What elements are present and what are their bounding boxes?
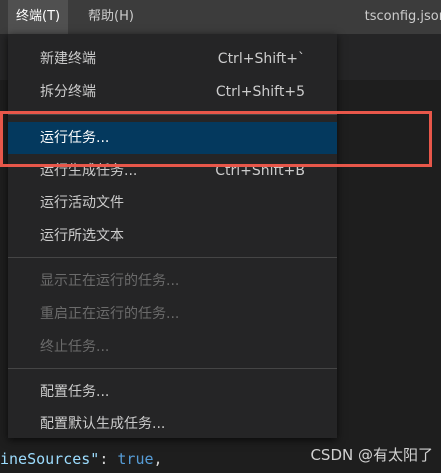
menu-item-label: 重启正在运行的任务... bbox=[40, 306, 180, 322]
menu-terminal[interactable]: 终端(T) bbox=[8, 0, 69, 34]
menu-item-restart-running-task: 重启正在运行的任务... bbox=[8, 298, 337, 330]
menu-item-shortcut: Ctrl+Shift+` bbox=[217, 51, 305, 67]
terminal-dropdown-menu: 新建终端 Ctrl+Shift+` 拆分终端 Ctrl+Shift+5 运行任务… bbox=[8, 34, 337, 438]
code-comma: , bbox=[153, 450, 163, 468]
menu-separator bbox=[8, 257, 337, 258]
menu-item-label: 配置默认生成任务... bbox=[40, 416, 166, 432]
menu-item-label: 配置任务... bbox=[40, 384, 110, 400]
menu-item-shortcut: Ctrl+Shift+5 bbox=[215, 84, 305, 100]
menu-item-run-selected-text[interactable]: 运行所选文本 bbox=[8, 220, 337, 252]
menu-item-label: 显示正在运行的任务... bbox=[40, 273, 180, 289]
menu-item-configure-default-build-task[interactable]: 配置默认生成任务... bbox=[8, 408, 337, 440]
annotation-highlight-box bbox=[0, 111, 432, 167]
menu-separator bbox=[8, 368, 337, 369]
menu-bar: 终端(T) 帮助(H) tsconfig.json bbox=[0, 0, 441, 34]
menu-item-terminate-task: 终止任务... bbox=[8, 331, 337, 363]
watermark: CSDN @有太阳了 bbox=[310, 446, 433, 464]
code-colon: : bbox=[99, 450, 118, 468]
menu-item-label: 拆分终端 bbox=[40, 84, 96, 100]
menu-item-new-terminal[interactable]: 新建终端 Ctrl+Shift+` bbox=[8, 43, 337, 75]
code-value: true bbox=[117, 450, 154, 468]
code-line: ineSources": true, bbox=[0, 450, 163, 468]
menu-item-split-terminal[interactable]: 拆分终端 Ctrl+Shift+5 bbox=[8, 76, 337, 108]
menu-item-label: 新建终端 bbox=[40, 51, 96, 67]
menu-item-label: 终止任务... bbox=[40, 339, 110, 355]
menu-item-label: 运行所选文本 bbox=[40, 228, 124, 244]
menu-item-show-running-tasks: 显示正在运行的任务... bbox=[8, 265, 337, 297]
menu-item-configure-tasks[interactable]: 配置任务... bbox=[8, 376, 337, 408]
window-title-filename: tsconfig.json bbox=[364, 9, 441, 24]
code-key: ineSources" bbox=[0, 450, 100, 468]
menu-help[interactable]: 帮助(H) bbox=[80, 0, 142, 34]
menu-item-label: 运行活动文件 bbox=[40, 195, 124, 211]
menu-item-run-active-file[interactable]: 运行活动文件 bbox=[8, 187, 337, 219]
